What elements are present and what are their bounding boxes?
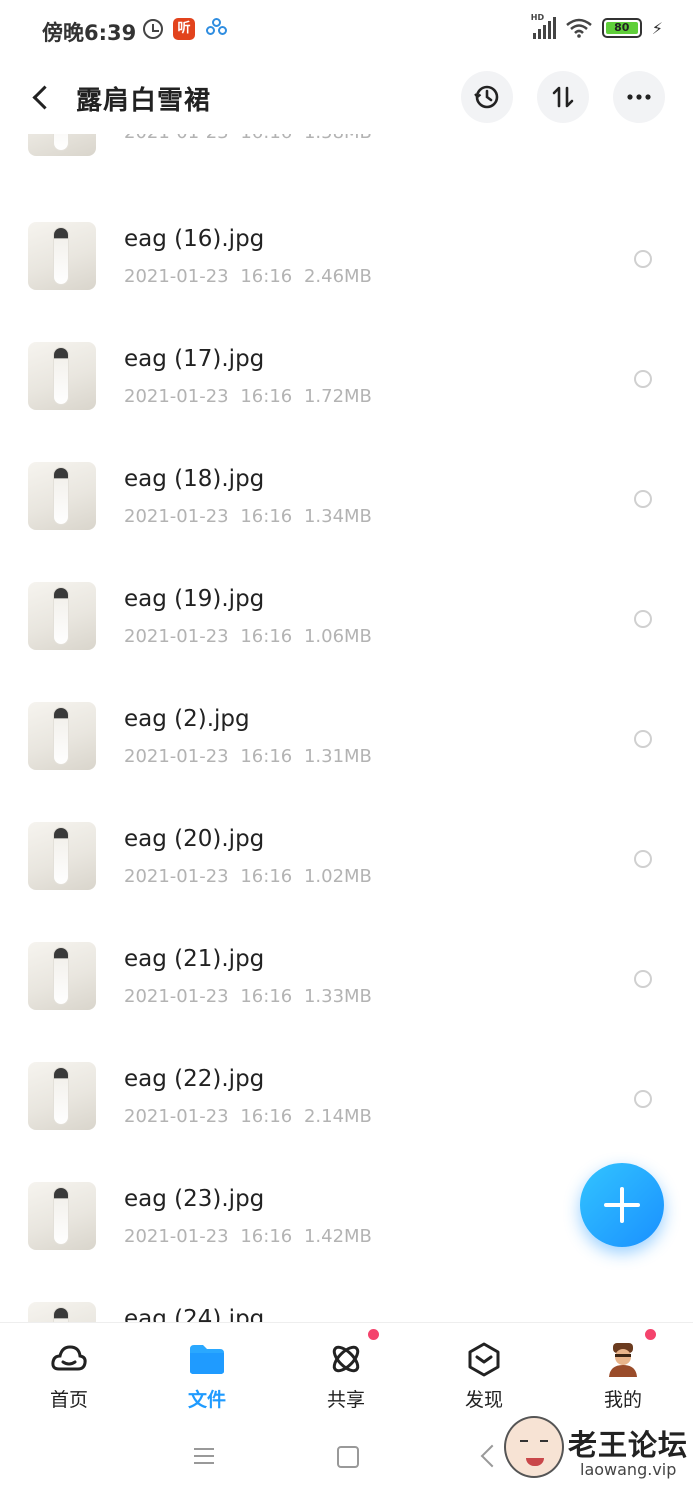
file-row[interactable]: eag (20).jpg 2021-01-23 16:16 1.02MB xyxy=(0,772,693,892)
file-name: eag (22).jpg xyxy=(124,1066,265,1092)
folder-icon xyxy=(190,1345,224,1374)
status-system-icons: HD 80 ⚡ xyxy=(531,13,663,39)
file-meta: 2021-01-23 16:16 2.14MB xyxy=(124,1106,372,1127)
watermark: 老王论坛 laowang.vip xyxy=(500,1414,690,1498)
select-checkbox[interactable] xyxy=(634,250,652,268)
file-meta: 2021-01-23 16:16 1.58MB xyxy=(124,134,372,143)
history-icon xyxy=(474,85,499,109)
file-list: 2021-01-23 16:16 1.58MB eag (16).jpg 202… xyxy=(0,134,693,1322)
tab-label: 共享 xyxy=(326,1389,365,1411)
file-thumbnail xyxy=(28,462,96,530)
file-row[interactable]: eag (24).jpg xyxy=(0,1252,693,1322)
tab-label: 发现 xyxy=(464,1389,503,1411)
select-checkbox[interactable] xyxy=(634,490,652,508)
file-row[interactable]: eag (18).jpg 2021-01-23 16:16 1.34MB xyxy=(0,412,693,532)
select-checkbox[interactable] xyxy=(634,370,652,388)
file-meta: 2021-01-23 16:16 1.06MB xyxy=(124,626,372,647)
file-meta: 2021-01-23 16:16 1.31MB xyxy=(124,746,372,767)
file-thumbnail xyxy=(28,222,96,290)
cloud-icon xyxy=(51,1345,87,1371)
atom-icon xyxy=(332,1345,360,1373)
file-name: eag (20).jpg xyxy=(124,826,265,852)
select-checkbox[interactable] xyxy=(634,850,652,868)
file-meta: 2021-01-23 16:16 1.72MB xyxy=(124,386,372,407)
watermark-subtitle: laowang.vip xyxy=(580,1460,677,1479)
file-name: eag (18).jpg xyxy=(124,466,265,492)
more-icon xyxy=(627,94,651,100)
file-row[interactable]: eag (16).jpg 2021-01-23 16:16 2.46MB xyxy=(0,172,693,292)
select-checkbox[interactable] xyxy=(634,970,652,988)
file-thumbnail xyxy=(28,1062,96,1130)
tab-discover[interactable]: 发现 xyxy=(415,1323,553,1419)
tab-label: 文件 xyxy=(187,1389,226,1411)
back-button[interactable] xyxy=(30,82,54,112)
tab-home[interactable]: 首页 xyxy=(0,1323,138,1419)
header: 露肩白雪裙 xyxy=(0,62,693,134)
cloud-app-icon xyxy=(205,18,229,40)
select-checkbox[interactable] xyxy=(634,730,652,748)
file-name: eag (21).jpg xyxy=(124,946,265,972)
file-row[interactable]: eag (2).jpg 2021-01-23 16:16 1.31MB xyxy=(0,652,693,772)
tab-me[interactable]: 我的 xyxy=(554,1323,692,1419)
file-thumbnail xyxy=(28,702,96,770)
file-meta: 2021-01-23 16:16 1.02MB xyxy=(124,866,372,887)
watermark-title: 老王论坛 xyxy=(568,1428,689,1462)
notification-badge xyxy=(368,1329,379,1340)
more-button[interactable] xyxy=(613,71,665,123)
sort-icon xyxy=(552,86,574,108)
add-button[interactable] xyxy=(580,1163,664,1247)
bottom-tab-bar: 首页 文件 共享 发现 我的 xyxy=(0,1322,693,1419)
file-meta: 2021-01-23 16:16 1.33MB xyxy=(124,986,372,1007)
page-title: 露肩白雪裙 xyxy=(76,86,212,116)
notification-badge xyxy=(645,1329,656,1340)
file-row[interactable]: eag (21).jpg 2021-01-23 16:16 1.33MB xyxy=(0,892,693,1012)
file-name: eag (19).jpg xyxy=(124,586,265,612)
listen-app-icon: 听 xyxy=(173,18,195,40)
avatar-icon xyxy=(609,1343,637,1377)
file-thumbnail xyxy=(28,942,96,1010)
file-name: eag (23).jpg xyxy=(124,1186,265,1212)
alarm-icon xyxy=(143,19,163,39)
file-row[interactable]: 2021-01-23 16:16 1.58MB xyxy=(0,134,693,172)
tab-files[interactable]: 文件 xyxy=(138,1323,276,1419)
file-meta: 2021-01-23 16:16 1.34MB xyxy=(124,506,372,527)
file-meta: 2021-01-23 16:16 2.46MB xyxy=(124,266,372,287)
file-thumbnail xyxy=(28,1302,96,1322)
history-button[interactable] xyxy=(461,71,513,123)
file-name: eag (16).jpg xyxy=(124,226,265,252)
cube-icon xyxy=(468,1342,500,1377)
wifi-icon xyxy=(565,18,592,38)
recent-apps-button[interactable] xyxy=(194,1448,214,1464)
tab-share[interactable]: 共享 xyxy=(277,1323,415,1419)
file-name: eag (2).jpg xyxy=(124,706,250,732)
file-row[interactable]: eag (17).jpg 2021-01-23 16:16 1.72MB xyxy=(0,292,693,412)
file-thumbnail xyxy=(28,1182,96,1250)
select-checkbox[interactable] xyxy=(634,610,652,628)
tab-label: 首页 xyxy=(49,1389,88,1411)
watermark-face-icon xyxy=(504,1416,564,1478)
select-checkbox[interactable] xyxy=(634,1090,652,1108)
file-thumbnail xyxy=(28,582,96,650)
sort-button[interactable] xyxy=(537,71,589,123)
charging-icon: ⚡ xyxy=(651,18,663,38)
file-thumbnail xyxy=(28,342,96,410)
file-name: eag (24).jpg xyxy=(124,1306,265,1322)
signal-icon: HD xyxy=(531,13,556,39)
home-button[interactable] xyxy=(337,1446,359,1468)
status-time: 傍晚6:39 xyxy=(42,21,137,45)
file-row[interactable]: eag (22).jpg 2021-01-23 16:16 2.14MB xyxy=(0,1012,693,1132)
status-bar: 傍晚6:39 听 HD 80 ⚡ xyxy=(0,0,693,62)
file-name: eag (17).jpg xyxy=(124,346,265,372)
file-thumbnail xyxy=(28,822,96,890)
file-thumbnail xyxy=(28,134,96,156)
file-meta: 2021-01-23 16:16 1.42MB xyxy=(124,1226,372,1247)
battery-icon: 80 xyxy=(601,18,642,38)
battery-level: 80 xyxy=(605,22,638,34)
status-notification-icons: 听 xyxy=(143,18,229,40)
file-row[interactable]: eag (19).jpg 2021-01-23 16:16 1.06MB xyxy=(0,532,693,652)
tab-label: 我的 xyxy=(603,1389,642,1411)
